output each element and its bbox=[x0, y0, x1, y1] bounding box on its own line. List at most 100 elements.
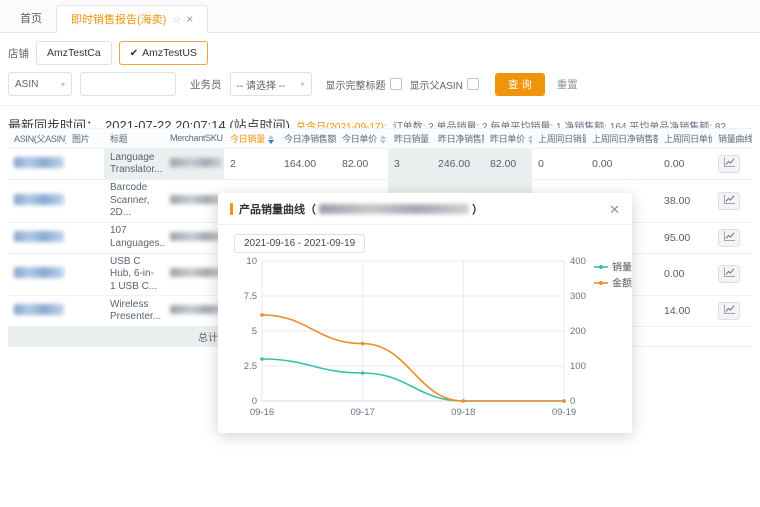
modal-title-prefix: 产品销量曲线（ bbox=[239, 201, 316, 217]
asin-cell bbox=[8, 222, 66, 253]
table-cell: 246.00 bbox=[432, 149, 484, 180]
search-type-select[interactable]: ASIN ▾ bbox=[8, 72, 72, 96]
salesman-label: 业务员 bbox=[190, 77, 222, 92]
sales-curve-button[interactable] bbox=[718, 302, 740, 320]
shop-button-amztestus[interactable]: ✔ AmzTestUS bbox=[119, 41, 208, 65]
check-icon: ✔ bbox=[130, 48, 138, 59]
tab-report[interactable]: 即时销售报告(海卖) ☆ × bbox=[56, 5, 208, 33]
table-cell: 0.00 bbox=[586, 149, 658, 180]
table-cell: 0.00 bbox=[658, 253, 712, 296]
shop-label: 店铺 bbox=[8, 46, 29, 61]
sku-cell bbox=[164, 222, 224, 253]
date-range-input[interactable]: 2021-09-16 - 2021-09-19 bbox=[234, 234, 365, 253]
legend-item-销量[interactable]: 销量 bbox=[612, 261, 632, 274]
chart-line-icon bbox=[723, 304, 736, 318]
sku-blur bbox=[170, 232, 222, 241]
table-header-cell[interactable]: 昨日单价 bbox=[484, 129, 532, 149]
right-axis-tick: 100 bbox=[570, 361, 586, 372]
sort-carets-icon[interactable] bbox=[528, 135, 532, 144]
product-title: Language Translator... bbox=[104, 149, 164, 180]
shop-button-label: AmzTestCa bbox=[47, 47, 101, 59]
image-cell bbox=[66, 296, 104, 327]
table-header-row: ASIN(父ASIN)图片标题MerchantSKU今日销量今日净销售额今日单价… bbox=[8, 129, 752, 149]
sku-cell bbox=[164, 180, 224, 223]
sort-carets-icon[interactable] bbox=[380, 135, 386, 144]
total-cell bbox=[712, 327, 752, 347]
table-cell: 82.00 bbox=[484, 149, 532, 180]
checkbox-show-full-title[interactable] bbox=[390, 78, 402, 90]
table-header-cell[interactable]: 昨日净销售额 bbox=[432, 129, 484, 149]
legend-dot-icon[interactable] bbox=[599, 265, 603, 269]
table-cell: 0.00 bbox=[658, 149, 712, 180]
modal-close-icon[interactable]: ✕ bbox=[609, 203, 620, 216]
total-cell bbox=[658, 327, 712, 347]
sales-curve-button[interactable] bbox=[718, 192, 740, 210]
series-line-销量 bbox=[262, 359, 564, 401]
table-row: Language Translator...2164.0082.003246.0… bbox=[8, 149, 752, 180]
product-title: Wireless Presenter... bbox=[104, 296, 164, 327]
star-icon[interactable]: ☆ bbox=[171, 13, 181, 26]
table-cell: 38.00 bbox=[658, 180, 712, 223]
table-header-cell[interactable]: MerchantSKU bbox=[164, 129, 224, 149]
legend-item-金额[interactable]: 金额 bbox=[612, 277, 632, 290]
table-header-cell[interactable]: ASIN(父ASIN) bbox=[8, 129, 66, 149]
table-cell: 3 bbox=[388, 149, 432, 180]
show-parent-asin-option[interactable]: 显示父ASIN bbox=[410, 77, 479, 92]
table-header-cell[interactable]: 今日净销售额 bbox=[278, 129, 336, 149]
table-header-cell[interactable]: 今日销量 bbox=[224, 129, 278, 149]
legend-dot-icon[interactable] bbox=[599, 281, 603, 285]
x-axis-tick: 09-16 bbox=[250, 407, 274, 418]
tab-close-icon[interactable]: × bbox=[186, 12, 193, 26]
tab-report-label: 即时销售报告(海卖) bbox=[71, 11, 166, 27]
table-header-cell[interactable]: 昨日销量 bbox=[388, 129, 432, 149]
total-cell bbox=[104, 327, 164, 347]
chart-line-icon bbox=[723, 157, 736, 171]
total-cell bbox=[8, 327, 66, 347]
modal-header: 产品销量曲线（ ） ✕ bbox=[218, 193, 632, 225]
sales-curve-modal: 产品销量曲线（ ） ✕ 2021-09-16 - 2021-09-19 02.5… bbox=[218, 193, 632, 433]
show-parent-asin-label: 显示父ASIN bbox=[410, 77, 463, 92]
tab-home[interactable]: 首页 bbox=[6, 4, 56, 32]
sales-curve-button[interactable] bbox=[718, 155, 740, 173]
sort-carets-icon[interactable] bbox=[268, 135, 274, 144]
chart-line-icon bbox=[723, 231, 736, 245]
curve-cell bbox=[712, 149, 752, 180]
asin-cell bbox=[8, 296, 66, 327]
caret-down-icon: ▾ bbox=[61, 80, 65, 89]
divider bbox=[0, 105, 760, 106]
curve-cell bbox=[712, 222, 752, 253]
checkbox-show-parent-asin[interactable] bbox=[467, 78, 479, 90]
table-header-cell[interactable]: 上周同日净销售额 bbox=[586, 129, 658, 149]
sku-blur bbox=[170, 268, 222, 277]
query-button[interactable]: 查 询 bbox=[495, 73, 545, 96]
search-type-value: ASIN bbox=[15, 79, 38, 90]
table-header-cell: 图片 bbox=[66, 129, 104, 149]
image-cell bbox=[66, 149, 104, 180]
search-input[interactable] bbox=[80, 72, 176, 96]
reset-button[interactable]: 重置 bbox=[557, 77, 578, 92]
caret-down-icon: ▾ bbox=[300, 80, 304, 89]
x-axis-tick: 09-17 bbox=[351, 407, 375, 418]
salesman-select[interactable]: -- 请选择 -- ▾ bbox=[230, 72, 312, 96]
table-header-cell[interactable]: 上周同日销量 bbox=[532, 129, 586, 149]
right-axis-tick: 0 bbox=[570, 396, 575, 407]
show-full-title-option[interactable]: 显示完整标题 bbox=[326, 77, 402, 92]
modal-title-suffix: ） bbox=[472, 201, 483, 217]
sales-curve-button[interactable] bbox=[718, 265, 740, 283]
sales-curve-button[interactable] bbox=[718, 229, 740, 247]
title-accent-bar bbox=[230, 203, 233, 215]
total-cell bbox=[66, 327, 104, 347]
table-header-cell[interactable]: 今日单价 bbox=[336, 129, 388, 149]
x-axis-tick: 09-18 bbox=[451, 407, 475, 418]
table-cell: 0 bbox=[532, 149, 586, 180]
shop-button-amztestca[interactable]: AmzTestCa bbox=[36, 41, 112, 65]
x-axis-tick: 09-19 bbox=[552, 407, 576, 418]
shop-filter-row: 店铺 AmzTestCa ✔ AmzTestUS bbox=[8, 41, 760, 65]
asin-blur bbox=[14, 267, 64, 278]
table-cell: 95.00 bbox=[658, 222, 712, 253]
asin-blur bbox=[14, 231, 64, 242]
table-header-cell[interactable]: 上周同日单价 bbox=[658, 129, 712, 149]
total-label: 总计 bbox=[164, 327, 224, 347]
tab-bar: 首页 即时销售报告(海卖) ☆ × bbox=[0, 0, 760, 33]
table-header-cell: 销量曲线 bbox=[712, 129, 752, 149]
